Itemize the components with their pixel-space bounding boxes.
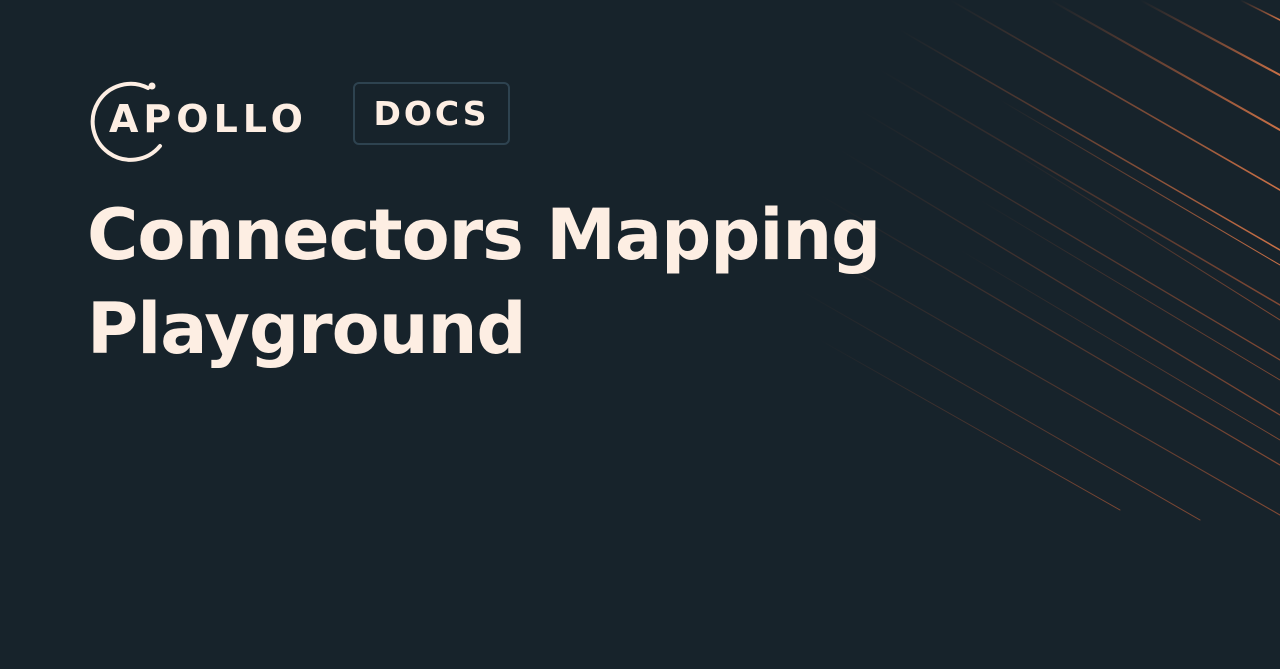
apollo-logo[interactable]: APOLLO [84,76,308,162]
page-title-line-1: Connectors Mapping [87,194,881,276]
brand-name: APOLLO [109,97,308,141]
page-title-line-2: Playground [87,288,527,370]
docs-badge: DOCS [353,82,510,145]
social-card: APOLLO DOCS Connectors Mapping Playgroun… [0,0,1280,669]
page-title: Connectors Mapping Playground [87,188,947,376]
